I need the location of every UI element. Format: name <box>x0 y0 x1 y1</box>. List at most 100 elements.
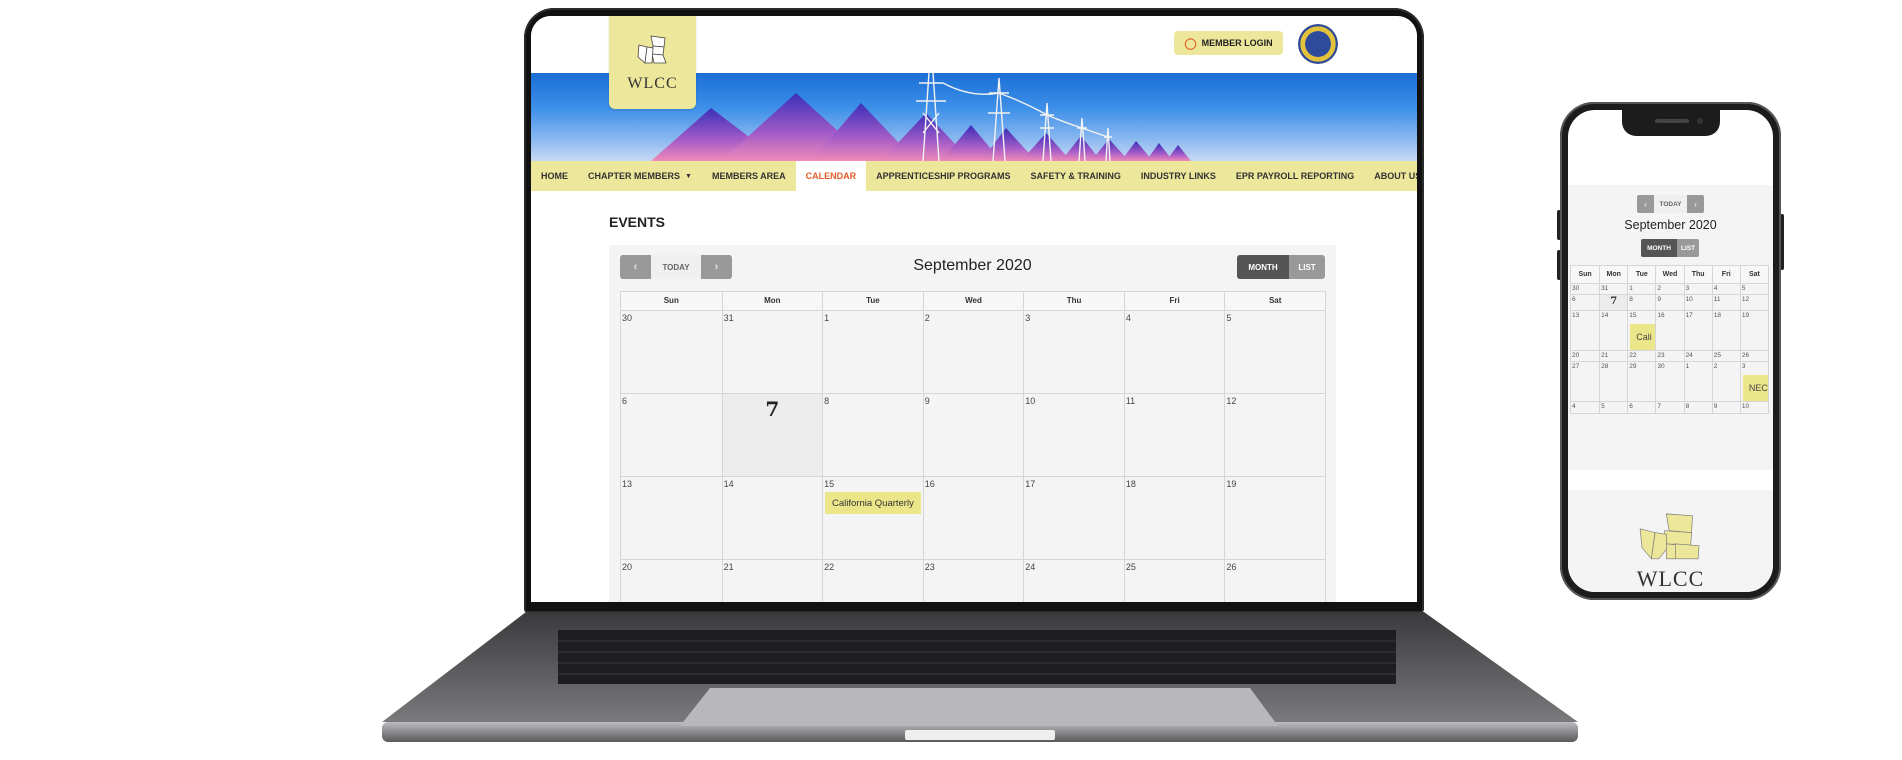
calendar-day-cell[interactable]: 21 <box>721 560 823 602</box>
calendar-day-cell[interactable]: 20 <box>621 560 722 602</box>
calendar-day-cell[interactable]: 23 <box>922 560 1024 602</box>
nav-item-calendar[interactable]: CALENDAR <box>795 161 867 191</box>
calendar-day-cell[interactable]: 11 <box>1711 295 1740 310</box>
calendar-day-cell[interactable]: 24 <box>1023 560 1124 602</box>
calendar-day-cell[interactable]: 26 <box>1739 351 1768 361</box>
calendar-day-cell[interactable]: 27 <box>1571 362 1599 401</box>
calendar-day-cell[interactable]: 17 <box>1683 311 1712 350</box>
date-number: 22 <box>1629 352 1637 359</box>
mobile-today-button[interactable]: TODAY <box>1654 195 1687 213</box>
calendar-day-cell[interactable]: 6 <box>1627 402 1655 413</box>
calendar-day-cell[interactable]: 8 <box>822 394 923 476</box>
calendar-day-cell[interactable]: 1 <box>1627 284 1655 294</box>
list-view-button[interactable]: LIST <box>1289 255 1325 279</box>
calendar-day-cell[interactable]: 13 <box>1571 311 1599 350</box>
calendar-day-cell[interactable]: 18 <box>1123 477 1225 559</box>
calendar-day-cell[interactable]: 30 <box>1571 284 1599 294</box>
calendar-day-cell[interactable]: 7 <box>1655 402 1683 413</box>
calendar-day-cell[interactable]: 3 NEC <box>1739 362 1768 401</box>
calendar-day-cell[interactable]: 25 <box>1123 560 1225 602</box>
mobile-month-view-button[interactable]: MONTH <box>1641 239 1677 257</box>
site-logo[interactable]: WLCC <box>609 16 696 109</box>
nav-item-apprenticeship-programs[interactable]: APPRENTICESHIP PROGRAMS <box>866 161 1020 191</box>
today-date-number: 7 <box>765 397 780 421</box>
member-login-button[interactable]: ◯ MEMBER LOGIN <box>1174 31 1283 55</box>
calendar-event[interactable]: NEC <box>1742 375 1768 401</box>
calendar-day-cell[interactable]: 15 California Quarterly <box>822 477 923 559</box>
calendar-day-cell[interactable]: 30 <box>621 311 722 393</box>
date-number: 17 <box>1025 479 1036 489</box>
calendar-day-cell[interactable]: 4 <box>1711 284 1740 294</box>
calendar-day-cell[interactable]: 16 <box>922 477 1024 559</box>
calendar-day-cell[interactable]: 5 <box>1599 402 1627 413</box>
calendar-day-cell[interactable]: 10 <box>1023 394 1124 476</box>
calendar-day-cell[interactable]: 24 <box>1683 351 1712 361</box>
calendar-day-cell[interactable]: 11 <box>1123 394 1225 476</box>
calendar-day-cell[interactable]: 12 <box>1739 295 1768 310</box>
calendar-day-cell[interactable]: 1 <box>822 311 923 393</box>
nav-item-industry-links[interactable]: INDUSTRY LINKS <box>1131 161 1226 191</box>
site-header: WLCC ◯ MEMBER LOGIN <box>531 16 1417 161</box>
calendar-day-cell[interactable]: 12 <box>1224 394 1325 476</box>
calendar-day-cell[interactable]: 10 <box>1739 402 1768 413</box>
calendar-day-cell[interactable]: 20 <box>1571 351 1599 361</box>
calendar-day-cell[interactable]: 30 <box>1655 362 1683 401</box>
date-number: 31 <box>723 313 734 323</box>
calendar-day-cell[interactable]: 5 <box>1224 311 1325 393</box>
mobile-next-month-button[interactable]: › <box>1687 195 1704 213</box>
mobile-list-view-button[interactable]: LIST <box>1677 239 1699 257</box>
calendar-day-cell[interactable]: 2 <box>1711 362 1740 401</box>
calendar-day-cell[interactable]: 16 <box>1655 311 1683 350</box>
neca-seal-logo[interactable] <box>1298 24 1338 64</box>
calendar-day-cell[interactable]: 4 <box>1123 311 1225 393</box>
calendar-day-cell[interactable]: 18 <box>1711 311 1740 350</box>
calendar-day-cell[interactable]: 9 <box>922 394 1024 476</box>
calendar-day-cell[interactable]: 9 <box>1655 295 1683 310</box>
nav-item-about-us[interactable]: ABOUT US▼ <box>1364 161 1417 191</box>
month-view-button[interactable]: MONTH <box>1237 255 1289 279</box>
calendar-day-cell[interactable]: 5 <box>1739 284 1768 294</box>
calendar-day-cell[interactable]: 26 <box>1224 560 1325 602</box>
calendar-day-cell[interactable]: 22 <box>822 560 923 602</box>
calendar-day-cell[interactable]: 19 <box>1224 477 1325 559</box>
calendar-day-cell[interactable]: 3 <box>1023 311 1124 393</box>
calendar-day-cell[interactable]: 21 <box>1599 351 1627 361</box>
calendar-event[interactable]: Cali <box>1630 324 1656 350</box>
calendar-day-cell[interactable]: 28 <box>1599 362 1627 401</box>
calendar-day-cell[interactable]: 9 <box>1711 402 1740 413</box>
nav-item-home[interactable]: HOME <box>531 161 578 191</box>
calendar-day-cell[interactable]: 23 <box>1655 351 1683 361</box>
calendar-day-cell[interactable]: 8 <box>1683 402 1712 413</box>
calendar-day-cell[interactable]: 19 <box>1739 311 1768 350</box>
calendar-day-cell[interactable]: 22 <box>1627 351 1655 361</box>
nav-item-epr-payroll-reporting[interactable]: EPR PAYROLL REPORTING <box>1226 161 1364 191</box>
calendar-day-cell[interactable]: 2 <box>1655 284 1683 294</box>
calendar-day-cell[interactable]: 17 <box>1023 477 1124 559</box>
calendar-day-cell[interactable]: 31 <box>1599 284 1627 294</box>
calendar-day-cell[interactable]: 15 Cali <box>1627 311 1656 350</box>
mobile-prev-month-button[interactable]: ‹ <box>1637 195 1654 213</box>
calendar-day-cell[interactable]: 25 <box>1711 351 1740 361</box>
calendar-day-cell[interactable]: 1 <box>1683 362 1712 401</box>
calendar-day-cell[interactable]: 8 <box>1627 295 1655 310</box>
nav-item-chapter-members[interactable]: CHAPTER MEMBERS ▼ <box>578 161 702 191</box>
day-of-week-fri: Fri <box>1711 266 1740 283</box>
nav-item-safety-training[interactable]: SAFETY & TRAINING <box>1020 161 1130 191</box>
calendar-day-cell[interactable]: 14 <box>1599 311 1627 350</box>
calendar-day-cell[interactable]: 13 <box>621 477 722 559</box>
calendar-day-cell[interactable]: 6 <box>621 394 722 476</box>
calendar-day-cell[interactable]: 7 <box>721 394 823 476</box>
calendar-day-cell[interactable]: 4 <box>1571 402 1599 413</box>
nav-item-label: INDUSTRY LINKS <box>1140 171 1216 181</box>
mobile-calendar-grid: Sun Mon Tue Wed Thu Fri Sat 30 31 1 2 3 4 5 6 7 8 9 10 11 12… <box>1570 265 1769 414</box>
calendar-day-cell[interactable]: 14 <box>721 477 823 559</box>
calendar-day-cell[interactable]: 29 <box>1627 362 1655 401</box>
calendar-day-cell[interactable]: 2 <box>922 311 1024 393</box>
calendar-day-cell[interactable]: 3 <box>1683 284 1712 294</box>
calendar-day-cell[interactable]: 7 <box>1599 295 1628 310</box>
calendar-day-cell[interactable]: 6 <box>1571 295 1599 310</box>
nav-item-members-area[interactable]: MEMBERS AREA <box>702 161 796 191</box>
calendar-day-cell[interactable]: 10 <box>1683 295 1712 310</box>
calendar-day-cell[interactable]: 31 <box>721 311 823 393</box>
calendar-event[interactable]: California Quarterly <box>825 492 921 514</box>
